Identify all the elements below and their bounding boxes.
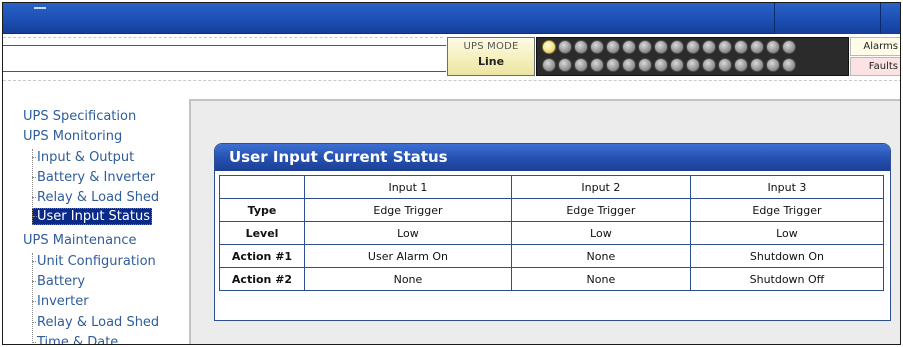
faults-indicator[interactable]: Faults — [850, 57, 900, 76]
nav-item-relay-load-shed-maint[interactable]: Relay & Load Shed — [32, 315, 159, 330]
column-header: Input 3 — [689, 175, 885, 199]
led-indicator — [718, 58, 732, 72]
led-row-faults — [542, 58, 796, 74]
led-indicator — [574, 40, 588, 54]
led-indicator — [718, 40, 732, 54]
led-indicator — [638, 58, 652, 72]
nav-item-battery[interactable]: Battery — [32, 274, 85, 289]
led-indicator — [750, 40, 764, 54]
led-indicator — [734, 40, 748, 54]
ups-web-console: UPS MODE Line Alarms Faults UPS Specific… — [2, 2, 901, 345]
table-cell: User Alarm On — [304, 244, 512, 268]
table-cell: None — [510, 267, 691, 291]
led-indicator — [750, 58, 764, 72]
row-header: Type — [219, 198, 305, 222]
alarms-indicator[interactable]: Alarms — [850, 37, 900, 56]
table-row: Level Low Low Low — [219, 221, 885, 245]
led-indicator-panel — [536, 37, 849, 76]
led-indicator — [542, 58, 556, 72]
led-indicator — [638, 40, 652, 54]
table-row: Type Edge Trigger Edge Trigger Edge Trig… — [219, 198, 885, 222]
nav-item-battery-inverter[interactable]: Battery & Inverter — [32, 170, 155, 185]
table-cell: Shutdown On — [689, 244, 885, 268]
led-indicator — [686, 58, 700, 72]
table-row: Action #2 None None Shutdown Off — [219, 267, 885, 291]
row-header: Level — [219, 221, 305, 245]
led-indicator — [558, 40, 572, 54]
led-indicator — [686, 40, 700, 54]
table-cell: None — [510, 244, 691, 268]
column-header: Input 1 — [304, 175, 512, 199]
led-indicator — [670, 40, 684, 54]
led-indicator — [606, 58, 620, 72]
led-indicator — [606, 40, 620, 54]
banner-right-block — [775, 3, 900, 34]
nav-item-relay-load-shed[interactable]: Relay & Load Shed — [32, 190, 159, 205]
table-corner-cell — [219, 175, 305, 199]
led-indicator — [766, 58, 780, 72]
sidebar-nav: UPS Specification UPS Monitoring Input &… — [3, 93, 189, 344]
led-indicator — [766, 40, 780, 54]
nav-item-time-date[interactable]: Time & Date — [32, 335, 118, 344]
top-banner — [3, 3, 900, 34]
table-cell: Low — [304, 221, 512, 245]
led-indicator — [558, 58, 572, 72]
led-indicator — [590, 40, 604, 54]
led-indicator — [670, 58, 684, 72]
nav-section-ups-monitoring[interactable]: UPS Monitoring — [23, 129, 122, 144]
panel-title: User Input Current Status — [215, 144, 890, 171]
table-cell: Shutdown Off — [689, 267, 885, 291]
row-header: Action #2 — [219, 267, 305, 291]
table-cell: Low — [510, 221, 691, 245]
led-row-alarms — [542, 40, 796, 56]
nav-item-user-input-status[interactable]: User Input Status — [32, 208, 152, 225]
led-indicator — [654, 58, 668, 72]
nav-section-ups-maintenance[interactable]: UPS Maintenance — [23, 233, 136, 248]
nav-item-input-output[interactable]: Input & Output — [32, 150, 134, 165]
led-indicator — [654, 40, 668, 54]
nav-item-unit-configuration[interactable]: Unit Configuration — [32, 254, 156, 269]
led-indicator — [574, 58, 588, 72]
table-header-row: Input 1 Input 2 Input 3 — [219, 175, 885, 199]
divider — [3, 80, 900, 81]
user-input-status-panel: User Input Current Status Input 1 Input … — [214, 143, 891, 321]
table-cell: Edge Trigger — [304, 198, 512, 222]
user-input-table: Input 1 Input 2 Input 3 Type Edge Trigge… — [219, 175, 885, 291]
nav-item-inverter[interactable]: Inverter — [32, 294, 89, 309]
nav-section-ups-specification[interactable]: UPS Specification — [23, 109, 136, 124]
banner-mark — [34, 7, 46, 9]
main-content: User Input Current Status Input 1 Input … — [189, 99, 900, 344]
table-cell: None — [304, 267, 512, 291]
ups-mode-value: Line — [477, 55, 505, 68]
led-indicator — [542, 40, 556, 54]
table-cell: Edge Trigger — [510, 198, 691, 222]
ups-mode-box: UPS MODE Line — [447, 37, 535, 76]
banner-divider — [880, 3, 881, 34]
led-indicator — [702, 58, 716, 72]
led-indicator — [782, 40, 796, 54]
blank-status-field — [3, 45, 446, 72]
led-indicator — [622, 58, 636, 72]
table-cell: Edge Trigger — [689, 198, 885, 222]
row-header: Action #1 — [219, 244, 305, 268]
table-row: Action #1 User Alarm On None Shutdown On — [219, 244, 885, 268]
led-indicator — [734, 58, 748, 72]
divider — [3, 37, 443, 38]
led-indicator — [782, 58, 796, 72]
led-indicator — [622, 40, 636, 54]
table-cell: Low — [689, 221, 885, 245]
led-indicator — [702, 40, 716, 54]
column-header: Input 2 — [510, 175, 691, 199]
ups-mode-label: UPS MODE — [463, 41, 519, 52]
led-indicator — [590, 58, 604, 72]
status-header: UPS MODE Line Alarms Faults — [3, 35, 900, 89]
